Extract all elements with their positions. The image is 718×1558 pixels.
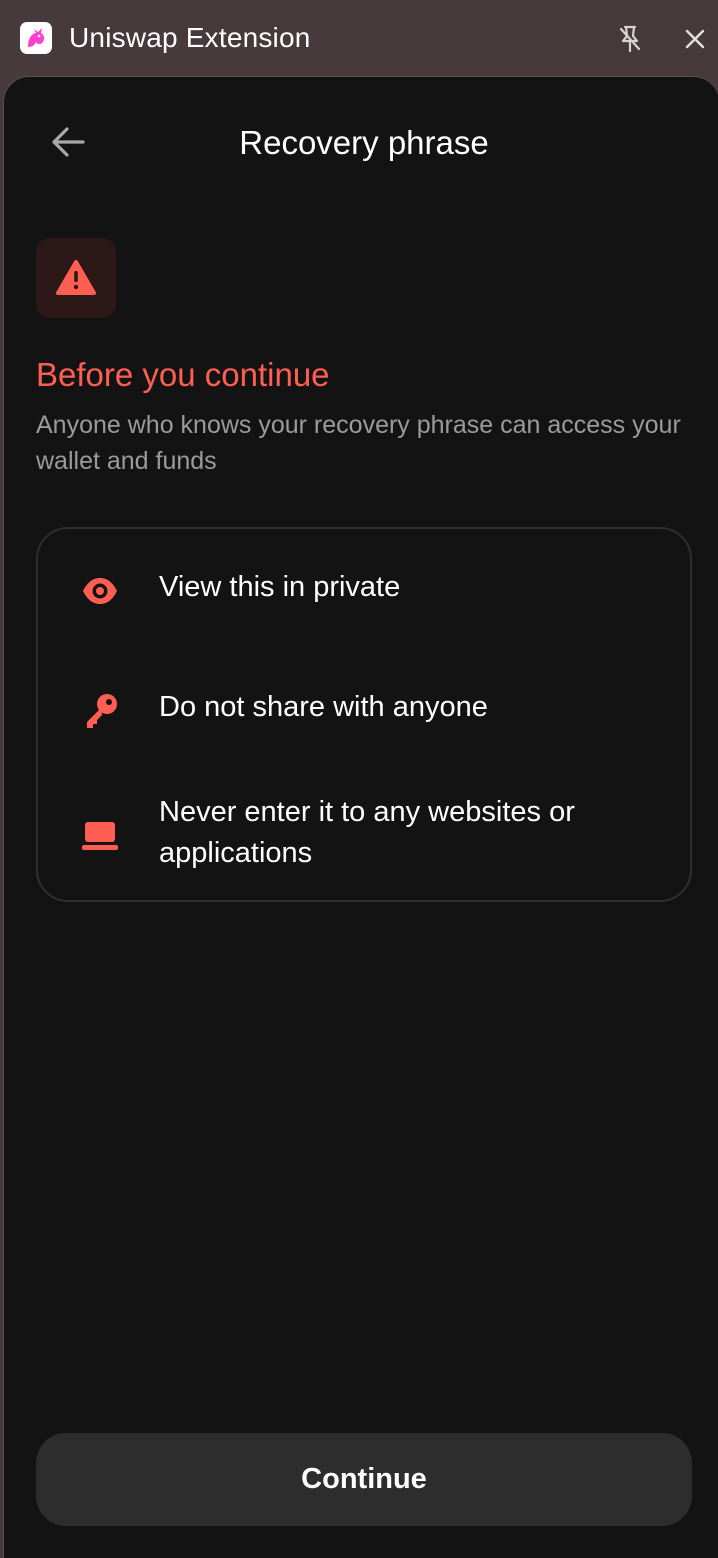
warning-triangle-icon (56, 260, 96, 295)
window-titlebar: Uniswap Extension (0, 0, 718, 78)
warning-description: Anyone who knows your recovery phrase ca… (36, 411, 681, 475)
continue-button[interactable]: Continue (36, 1433, 692, 1526)
laptop-icon (78, 814, 122, 858)
safety-tips-card: View this in private Do not share with a… (36, 527, 692, 902)
close-window-button[interactable] (678, 22, 712, 56)
unpin-icon (619, 25, 641, 53)
window-title: Uniswap Extension (69, 22, 311, 53)
warning-heading: Before you continue (36, 356, 330, 393)
tip-label: View this in private (159, 571, 401, 603)
close-icon (685, 29, 705, 49)
tip-label: Never enter it to any websites or applic… (159, 796, 575, 869)
uniswap-logo-icon (20, 22, 52, 54)
warning-badge (36, 238, 116, 318)
unpin-button[interactable] (613, 22, 647, 56)
eye-icon (78, 569, 122, 613)
key-icon (78, 689, 122, 733)
page-title: Recovery phrase (239, 124, 489, 161)
tip-label: Do not share with anyone (159, 691, 488, 723)
